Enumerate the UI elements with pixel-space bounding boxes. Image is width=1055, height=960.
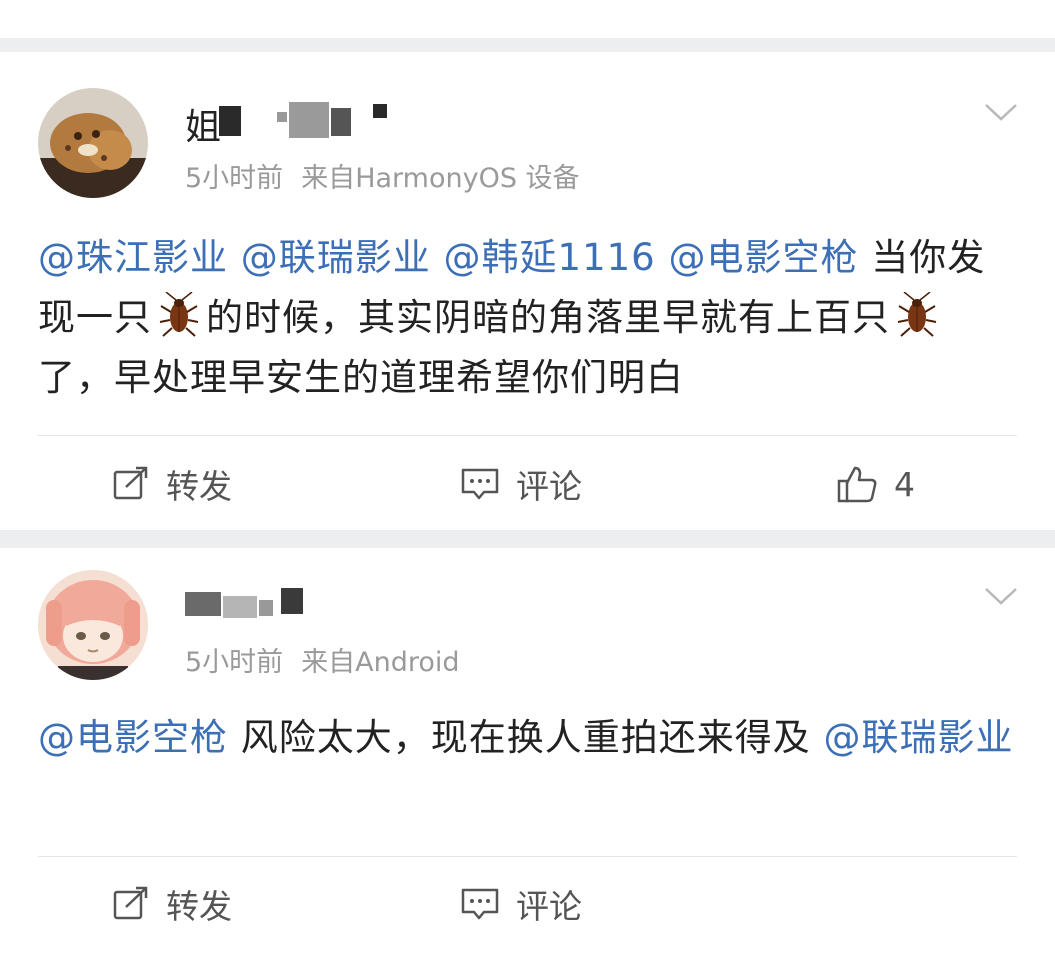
repost-label: 转发	[166, 887, 232, 926]
post-body: @珠江影业 @联瑞影业 @韩延1116 @电影空枪 当你发现一只 的时候，其实阴…	[38, 228, 1017, 408]
comment-label: 评论	[516, 887, 582, 926]
mention-link[interactable]: @电影空枪	[668, 236, 858, 279]
repost-icon	[113, 466, 148, 500]
post-time: 5小时前	[185, 163, 284, 194]
post-meta: 5小时前 来自HarmonyOS 设备	[185, 156, 598, 195]
comment-icon	[461, 888, 499, 920]
mention-link[interactable]: @电影空枪	[38, 716, 228, 759]
avatar[interactable]	[38, 88, 148, 198]
repost-button[interactable]: 转发	[112, 874, 232, 934]
mention-link[interactable]: @联瑞影业	[241, 236, 431, 279]
post-meta: 5小时前 来自Android	[185, 640, 478, 679]
mention-link[interactable]: @韩延1116	[444, 236, 656, 279]
repost-label: 转发	[166, 467, 232, 506]
action-bar: 转发 评论	[0, 874, 1055, 934]
like-count: 4	[894, 464, 915, 504]
username-redacted[interactable]	[185, 582, 445, 622]
comment-icon	[461, 468, 499, 500]
comment-card-1: 姐 5小时前 来自HarmonyOS 设备 @珠江影业 @联瑞影业 @韩延1116…	[0, 52, 1055, 530]
chevron-down-icon[interactable]	[983, 100, 1019, 124]
post-body: @电影空枪 风险太大，现在换人重拍还来得及 @联瑞影业	[38, 708, 1017, 768]
divider	[38, 856, 1017, 857]
body-text: 了，早处理早安生的道理希望你们明白	[38, 356, 684, 399]
comment-button[interactable]: 评论	[460, 874, 582, 934]
like-button[interactable]: 4	[836, 454, 915, 514]
comment-label: 评论	[516, 467, 582, 506]
body-text: 的时候，其实阴暗的角落里早就有上百只	[206, 296, 890, 339]
post-source-prefix: 来自	[301, 163, 356, 194]
previous-post-bottom	[0, 0, 1055, 38]
action-bar: 转发 评论 4	[0, 454, 1055, 514]
body-text: 风险太大，现在换人重拍还来得及	[228, 716, 824, 759]
post-source: HarmonyOS 设备	[355, 163, 580, 194]
mention-link[interactable]: @联瑞影业	[824, 716, 1014, 759]
username-redacted[interactable]: 姐	[185, 98, 445, 148]
mention-link[interactable]: @珠江影业	[38, 236, 228, 279]
repost-button[interactable]: 转发	[112, 454, 232, 514]
divider	[38, 435, 1017, 436]
comment-card-2: 5小时前 来自Android @电影空枪 风险太大，现在换人重拍还来得及 @联瑞影…	[0, 548, 1055, 960]
comment-button[interactable]: 评论	[460, 454, 582, 514]
cockroach-icon	[896, 291, 938, 338]
post-time: 5小时前	[185, 647, 284, 678]
avatar[interactable]	[38, 570, 148, 680]
cockroach-icon	[158, 291, 200, 338]
repost-icon	[113, 886, 148, 920]
chevron-down-icon[interactable]	[983, 584, 1019, 608]
thumbs-up-icon	[837, 466, 877, 503]
post-source: 来自Android	[301, 647, 460, 678]
